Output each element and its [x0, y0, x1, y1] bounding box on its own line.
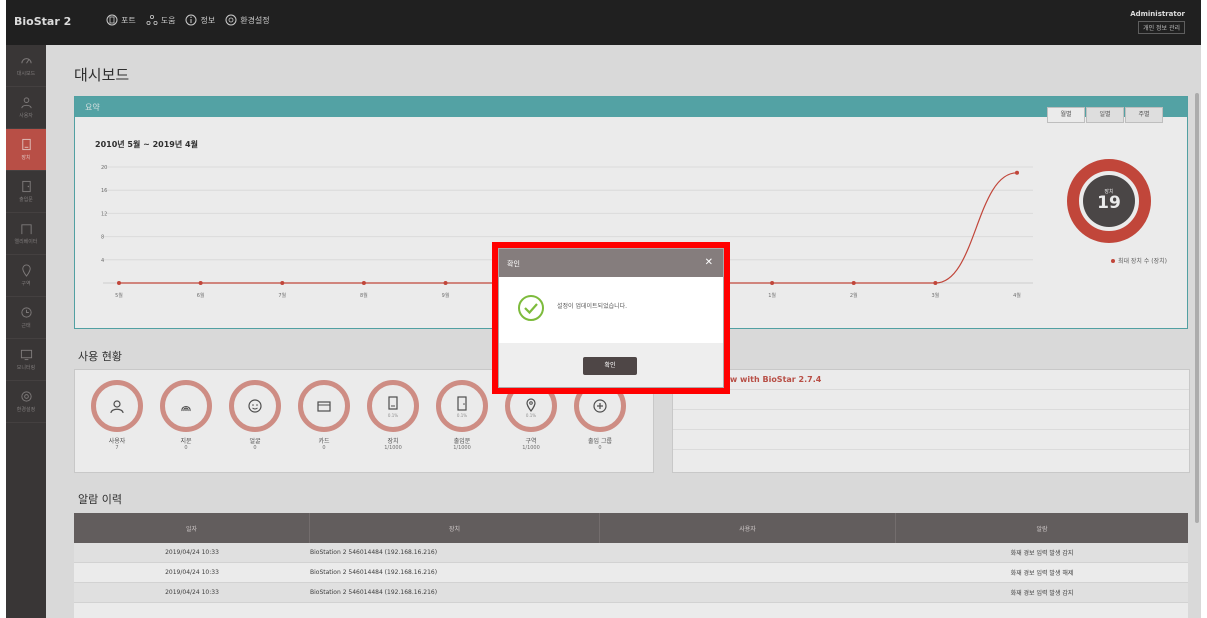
dialog-body: 설정이 업데이트되었습니다. [499, 277, 723, 343]
dialog-message: 설정이 업데이트되었습니다. [557, 303, 628, 310]
dialog-title: 확인 [507, 260, 520, 268]
app-window: BioStar 2 포트 도움 정보 환경설정 Administrator 개인… [6, 0, 1201, 618]
close-icon[interactable]: ✕ [705, 257, 713, 268]
confirm-dialog: 확인 ✕ 설정이 업데이트되었습니다. 확인 [498, 248, 724, 388]
ok-button[interactable]: 확인 [583, 357, 637, 375]
dialog-header: 확인 ✕ [499, 249, 723, 277]
check-circle-icon [518, 295, 544, 321]
dialog-footer: 확인 [499, 343, 723, 387]
